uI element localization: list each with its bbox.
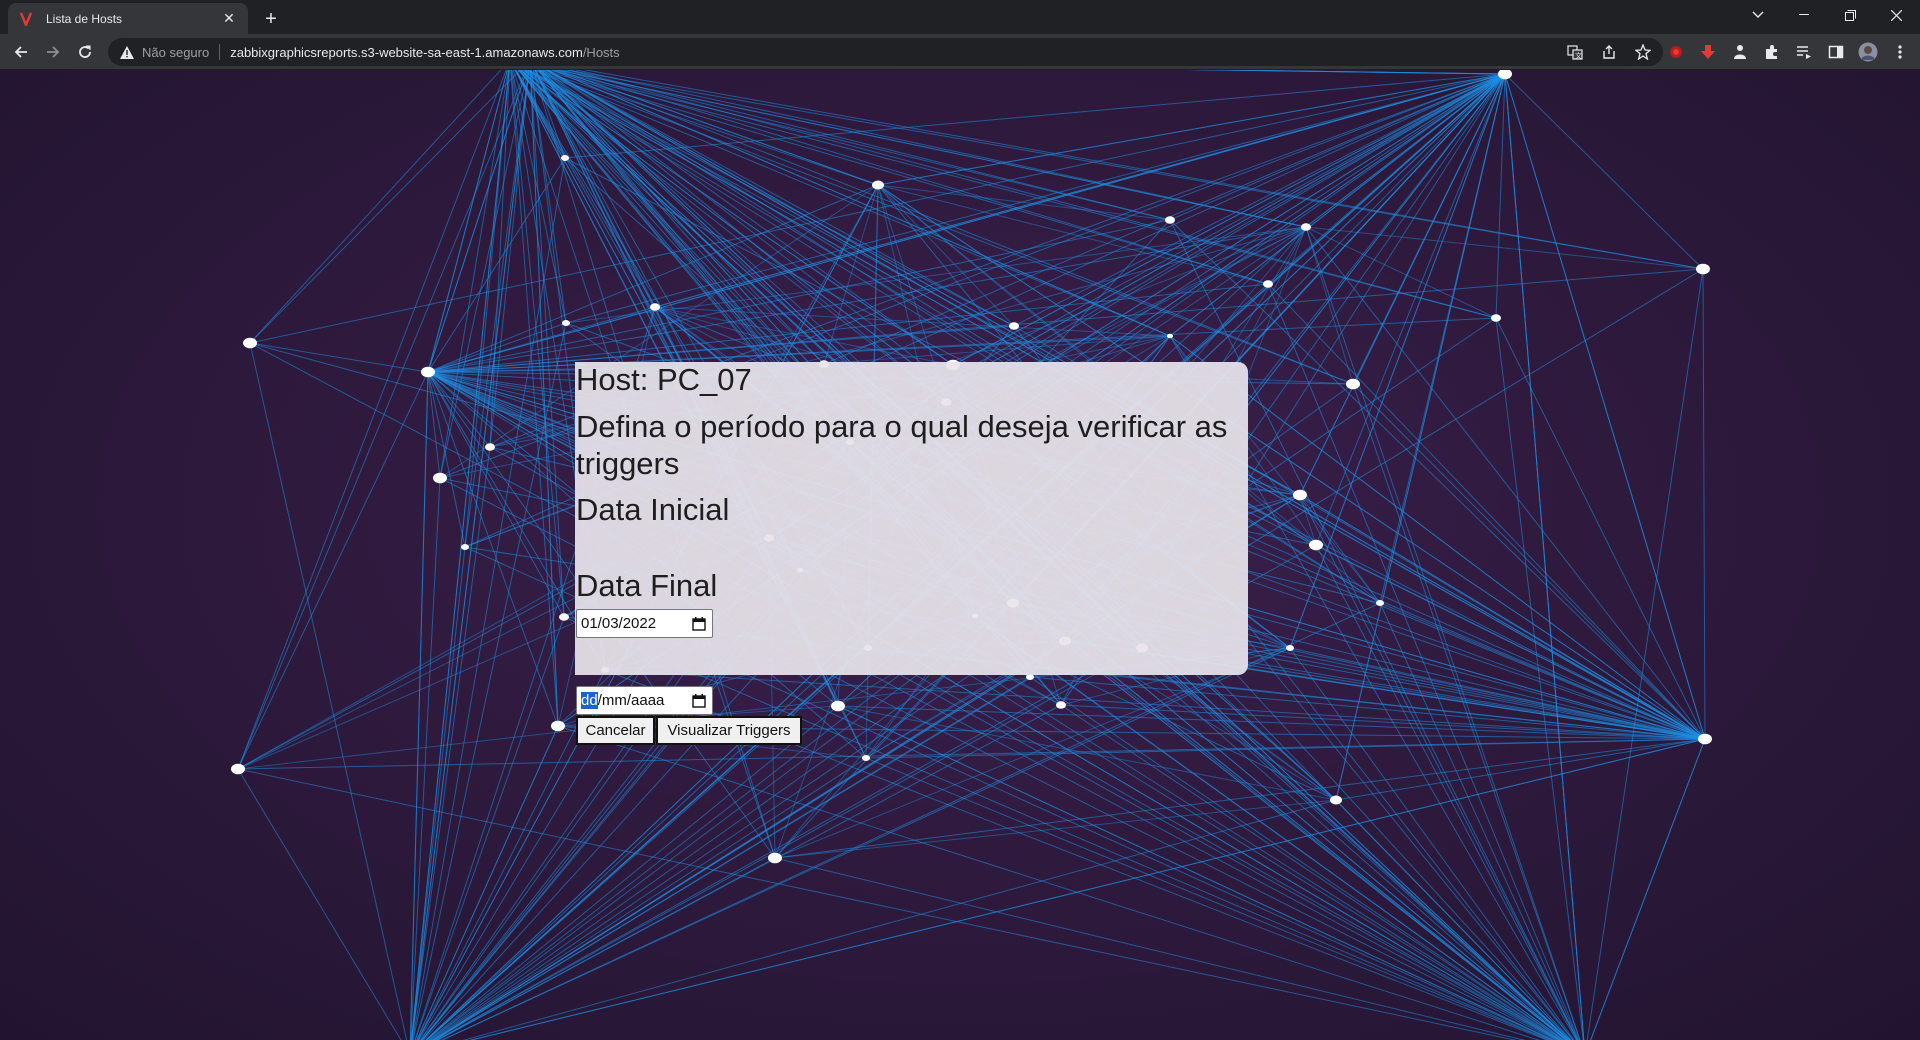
svg-text:文: 文 — [1575, 51, 1582, 60]
trigger-period-form: Host: PC_07 Defina o período para o qual… — [575, 362, 1248, 745]
network-node — [421, 366, 435, 378]
forward-icon[interactable] — [40, 39, 66, 65]
new-tab-icon[interactable]: + — [258, 6, 284, 32]
back-icon[interactable] — [8, 39, 34, 65]
network-node — [1165, 216, 1175, 224]
minimize-icon[interactable] — [1781, 0, 1827, 30]
network-node — [1167, 333, 1173, 339]
month-year-segments[interactable]: /mm/aaaa — [598, 692, 665, 709]
browser-toolbar: Não seguro zabbixgraphicsreports.s3-webs… — [0, 34, 1920, 70]
start-date-label: Data Inicial — [576, 492, 730, 527]
share-icon[interactable] — [1599, 42, 1619, 62]
profile-avatar[interactable] — [1855, 39, 1881, 65]
side-panel-icon[interactable] — [1823, 39, 1849, 65]
page-viewport: Host: PC_07 Defina o período para o qual… — [0, 70, 1920, 1040]
network-node — [561, 155, 569, 161]
network-node — [650, 303, 660, 311]
warning-icon[interactable] — [120, 45, 134, 59]
network-node — [1009, 322, 1019, 330]
extension-person-icon[interactable] — [1727, 39, 1753, 65]
download-extension-icon[interactable] — [1695, 39, 1721, 65]
day-segment[interactable]: dd — [581, 692, 598, 709]
network-node — [551, 720, 565, 732]
host-title: Host: PC_07 — [576, 362, 752, 397]
browser-tab[interactable]: Lista de Hosts ✕ — [8, 3, 248, 34]
end-date-label: Data Final — [576, 568, 718, 603]
calendar-icon[interactable] — [692, 616, 708, 632]
site-favicon-icon — [18, 11, 34, 27]
network-node — [559, 613, 569, 621]
url-host: zabbixgraphicsreports.s3-website-sa-east… — [230, 44, 583, 60]
translate-icon[interactable]: 文 — [1565, 42, 1585, 62]
network-node — [1286, 645, 1294, 651]
network-node — [433, 472, 447, 484]
network-node — [1330, 795, 1342, 805]
address-bar[interactable]: Não seguro zabbixgraphicsreports.s3-webs… — [108, 38, 1663, 66]
start-date-input[interactable]: 01/03/2022 — [576, 609, 713, 638]
close-tab-icon[interactable]: ✕ — [220, 10, 238, 28]
reload-icon[interactable] — [72, 39, 98, 65]
network-node — [1301, 223, 1311, 231]
network-node — [1293, 489, 1307, 501]
end-date-input[interactable]: dd/mm/aaaa — [576, 686, 713, 715]
network-node — [1056, 701, 1066, 709]
network-node — [562, 320, 570, 326]
url-path: /Hosts — [582, 44, 620, 60]
network-node — [862, 755, 870, 761]
network-node — [768, 852, 782, 864]
restore-icon[interactable] — [1827, 0, 1873, 30]
network-node — [243, 337, 257, 349]
period-instruction: Defina o período para o qual deseja veri… — [576, 409, 1228, 481]
extension-record-icon[interactable] — [1663, 39, 1689, 65]
network-node — [1263, 280, 1273, 288]
address-divider — [219, 44, 221, 60]
network-node — [872, 180, 884, 190]
bookmark-star-icon[interactable] — [1633, 42, 1653, 62]
network-node — [1309, 539, 1323, 551]
network-node — [461, 544, 469, 550]
security-label: Não seguro — [142, 44, 210, 60]
network-node — [231, 763, 245, 775]
start-date-value: 01/03/2022 — [581, 615, 657, 632]
network-node — [1696, 263, 1710, 275]
menu-kebab-icon[interactable] — [1887, 39, 1913, 65]
media-queue-icon[interactable] — [1791, 39, 1817, 65]
end-date-placeholder: dd/mm/aaaa — [581, 692, 692, 709]
cancel-button[interactable]: Cancelar — [576, 716, 655, 745]
close-window-icon[interactable] — [1873, 0, 1919, 30]
tab-search-icon[interactable] — [1735, 0, 1781, 30]
network-node — [831, 700, 845, 712]
network-node — [485, 443, 495, 451]
tab-title: Lista de Hosts — [46, 11, 123, 26]
network-node — [1346, 378, 1360, 390]
calendar-icon[interactable] — [692, 693, 708, 709]
network-node — [1698, 733, 1712, 745]
network-node — [1491, 314, 1501, 322]
view-triggers-button[interactable]: Visualizar Triggers — [656, 716, 802, 745]
network-node — [1376, 600, 1384, 606]
tab-strip: Lista de Hosts ✕ + — [0, 0, 1920, 34]
extensions-puzzle-icon[interactable] — [1759, 39, 1785, 65]
